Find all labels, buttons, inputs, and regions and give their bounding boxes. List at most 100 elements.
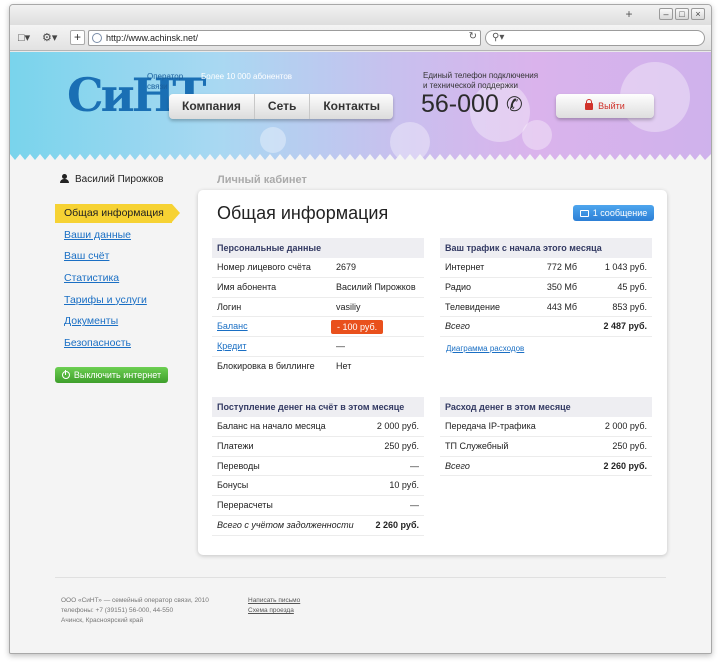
row-value: 2 000 руб. (604, 421, 647, 431)
table-row: Переводы — (212, 457, 424, 477)
row-label: Передача IP-трафика (445, 421, 536, 431)
credit-link[interactable]: Кредит (217, 341, 246, 351)
row-label: Блокировка в биллинге (217, 360, 315, 371)
maximize-button[interactable]: □ (675, 8, 689, 20)
minimize-button[interactable]: – (659, 8, 673, 20)
row-volume: 772 Мб (546, 262, 577, 272)
footer-line: Ачинск, Красноярский край (61, 617, 144, 624)
block-header: Поступление денег на счёт в этом месяце (212, 397, 424, 417)
row-label: Всего (445, 460, 470, 471)
table-row: ТП Служебный 250 руб. (440, 437, 652, 457)
gear-icon[interactable]: ⚙▾ (42, 31, 57, 45)
logout-label: Выйти (598, 101, 625, 111)
phone-number: 56-000 (421, 90, 499, 118)
row-label: Интернет (445, 262, 485, 272)
phone-label-line: Единый телефон подключения (423, 71, 539, 80)
sidebar-item-statistics[interactable]: Статистика (55, 269, 185, 288)
row-value: 10 руб. (389, 480, 419, 491)
sidebar-item-link[interactable]: Тарифы и услуги (64, 294, 147, 306)
url-text[interactable]: http://www.achinsk.net/ (106, 33, 198, 43)
footer-line: ООО «СиНТ» — семейный оператор связи, 20… (61, 597, 209, 604)
main-nav: Компания Сеть Контакты (169, 94, 393, 119)
sidebar-item-documents[interactable]: Документы (55, 312, 185, 331)
block-header: Расход денег в этом месяце (440, 397, 652, 417)
sidebar-item-link[interactable]: Статистика (64, 272, 119, 284)
row-label: Бонусы (217, 480, 249, 491)
row-label: Имя абонента (217, 281, 277, 292)
sidebar-item-link[interactable]: Ваши данные (64, 229, 131, 241)
table-row: Бонусы 10 руб. (212, 476, 424, 497)
write-letter-link[interactable]: Написать письмо (248, 596, 300, 606)
messages-label: 1 сообщение (592, 208, 648, 218)
traffic-block: Ваш трафик с начала этого месяца Интерне… (440, 238, 652, 338)
page-menu-icon[interactable]: □▾ (18, 31, 30, 45)
operator-tagline: Оператор связи (147, 72, 183, 92)
table-row-total: Всего с учётом задолженности 2 260 руб. (212, 516, 424, 536)
reload-icon[interactable]: ↻ (469, 31, 477, 42)
sidebar-item-link[interactable]: Документы (64, 315, 118, 327)
row-value: Нет (336, 360, 352, 371)
sidebar-item-account[interactable]: Ваш счёт (55, 247, 185, 266)
page-viewport: СиНТ Оператор связи Более 10 000 абонент… (10, 52, 711, 653)
sidebar-item-security[interactable]: Безопасность (55, 334, 185, 353)
sidebar-item-link[interactable]: Ваш счёт (64, 250, 109, 262)
search-icon: ⚲▾ (492, 32, 505, 43)
row-label: Платежи (217, 440, 254, 451)
row-value: Василий Пирожков (336, 281, 416, 292)
expense-chart-link[interactable]: Диаграмма расходов (446, 344, 524, 353)
search-field[interactable]: ⚲▾ (485, 30, 705, 46)
footer-divider (55, 577, 666, 578)
row-value: — (336, 341, 345, 352)
close-button[interactable]: × (691, 8, 705, 20)
nav-network[interactable]: Сеть (255, 94, 311, 119)
add-bookmark-button[interactable]: + (70, 30, 85, 45)
sidebar-nav: Общая информация Ваши данные Ваш счёт Ст… (55, 204, 185, 356)
table-row: Передача IP-трафика 2 000 руб. (440, 417, 652, 437)
personal-data-block: Персональные данные Номер лицевого счёта… (212, 238, 424, 377)
operator-line: связи (147, 82, 168, 91)
disable-internet-button[interactable]: Выключить интернет (55, 367, 168, 383)
table-row: Имя абонента Василий Пирожков (212, 278, 424, 298)
table-row: Номер лицевого счёта 2679 (212, 258, 424, 278)
table-row: Радио 350 Мб 45 руб. (440, 278, 652, 298)
row-label: Номер лицевого счёта (217, 262, 311, 272)
browser-window: + – □ × □▾ ⚙▾ + http://www.achinsk.net/ … (9, 4, 712, 654)
logout-button[interactable]: Выйти (556, 94, 654, 118)
footer-company-info: ООО «СиНТ» — семейный оператор связи, 20… (61, 596, 209, 626)
row-value: 2679 (336, 262, 357, 272)
row-value: 250 руб. (384, 440, 419, 451)
row-value: 250 руб. (612, 440, 647, 451)
balance-link[interactable]: Баланс (217, 321, 248, 331)
row-label: Всего с учётом задолженности (217, 519, 354, 530)
address-bar[interactable]: http://www.achinsk.net/ ↻ (88, 30, 481, 46)
user-name-text: Василий Пирожков (75, 174, 164, 185)
row-cost: 1 043 руб. (604, 262, 647, 272)
table-row-total: Всего 2 487 руб. (440, 317, 652, 338)
directions-link[interactable]: Схема проезда (248, 606, 300, 616)
table-row: Телевидение 443 Мб 853 руб. (440, 298, 652, 318)
new-tab-button[interactable]: + (622, 8, 636, 21)
income-block: Поступление денег на счёт в этом месяце … (212, 397, 424, 536)
table-row: Баланс на начало месяца 2 000 руб. (212, 417, 424, 437)
sidebar-item-label: Общая информация (64, 207, 164, 219)
sidebar-item-tariffs[interactable]: Тарифы и услуги (55, 291, 185, 310)
nav-company[interactable]: Компания (169, 94, 255, 119)
row-label: Всего (445, 321, 470, 332)
messages-button[interactable]: 1 сообщение (573, 205, 654, 221)
row-value: — (410, 500, 419, 511)
sidebar-item-your-data[interactable]: Ваши данные (55, 226, 185, 245)
row-volume: 443 Мб (546, 301, 577, 312)
browser-toolbar: □▾ ⚙▾ + http://www.achinsk.net/ ↻ ⚲▾ (10, 25, 711, 51)
row-value: vasiliy (336, 301, 361, 312)
sidebar-item-link[interactable]: Безопасность (64, 337, 131, 349)
row-label: Телевидение (445, 301, 501, 312)
user-icon (60, 174, 69, 183)
sidebar-item-general[interactable]: Общая информация (55, 204, 180, 223)
row-label: Переводы (217, 460, 260, 471)
row-label: Радио (445, 281, 471, 292)
operator-line: Оператор (147, 72, 184, 81)
nav-contacts[interactable]: Контакты (310, 94, 393, 119)
row-cost: 2 487 руб. (603, 321, 647, 332)
table-row: Кредит — (212, 337, 424, 357)
table-row: Интернет 772 Мб 1 043 руб. (440, 258, 652, 278)
